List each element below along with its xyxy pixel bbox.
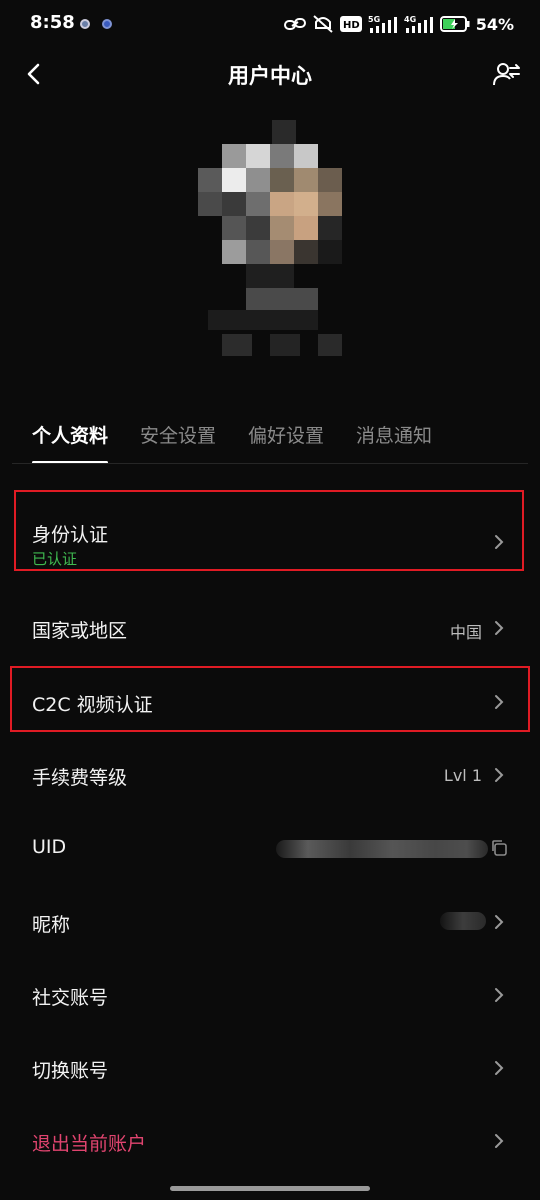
hd-icon: HD [339,16,362,32]
row-value: Lvl 1 [443,766,482,785]
row-label: 手续费等级 [32,767,128,789]
row-logout[interactable]: 退出当前账户 [0,1111,540,1171]
status-indicators: HD 5G 4G 54% [283,13,514,35]
row-label: 国家或地区 [32,620,128,642]
tab-personal-info[interactable]: 个人资料 [32,420,109,464]
highlight-box [10,666,530,732]
profile-tabs: 个人资料 安全设置 偏好设置 消息通知 [32,420,432,464]
chevron-right-icon [495,621,504,635]
battery-icon [439,16,470,32]
row-label: UID [32,836,67,858]
mute-icon [313,15,333,33]
row-label: 切换账号 [32,1060,109,1082]
signal-4g-icon: 4G [404,15,433,33]
obscured-uid-value [276,840,488,858]
chevron-right-icon [495,988,504,1002]
user-switch-icon[interactable] [492,60,522,90]
notification-icon [80,19,90,29]
row-uid: UID [0,818,540,878]
notification-icon [102,19,112,29]
tab-security-settings[interactable]: 安全设置 [140,420,216,464]
tab-preference-settings[interactable]: 偏好设置 [248,420,324,464]
row-switch-account[interactable]: 切换账号 [0,1038,540,1098]
status-bar: 8:58 HD 5G 4G 54% [0,0,540,50]
row-country-region[interactable]: 国家或地区 中国 [0,598,540,658]
chevron-right-icon [495,1134,504,1148]
row-social-accounts[interactable]: 社交账号 [0,965,540,1025]
chevron-right-icon [495,915,504,929]
row-label: 昵称 [32,914,71,936]
link-icon [283,18,306,30]
logout-label: 退出当前账户 [32,1133,147,1155]
svg-text:HD: HD [343,20,360,31]
status-time: 8:58 [30,12,75,33]
highlight-box [14,490,524,571]
chevron-right-icon [495,1061,504,1075]
row-fee-level[interactable]: 手续费等级 Lvl 1 [0,745,540,805]
row-label: 社交账号 [32,987,109,1009]
tabs-divider [12,463,528,464]
row-nickname[interactable]: 昵称 [0,892,540,952]
row-value: 中国 [449,623,482,642]
copy-icon[interactable] [490,839,508,857]
signal-5g-icon: 5G [368,15,397,33]
battery-percentage: 54% [475,14,514,34]
chevron-right-icon [495,768,504,782]
page-title: 用户中心 [228,64,312,88]
tab-message-notifications[interactable]: 消息通知 [356,420,432,464]
svg-text:4G: 4G [404,15,416,24]
obscured-nickname-value [440,912,486,930]
avatar[interactable] [198,120,346,370]
home-indicator[interactable] [170,1186,370,1191]
svg-text:5G: 5G [368,15,380,24]
